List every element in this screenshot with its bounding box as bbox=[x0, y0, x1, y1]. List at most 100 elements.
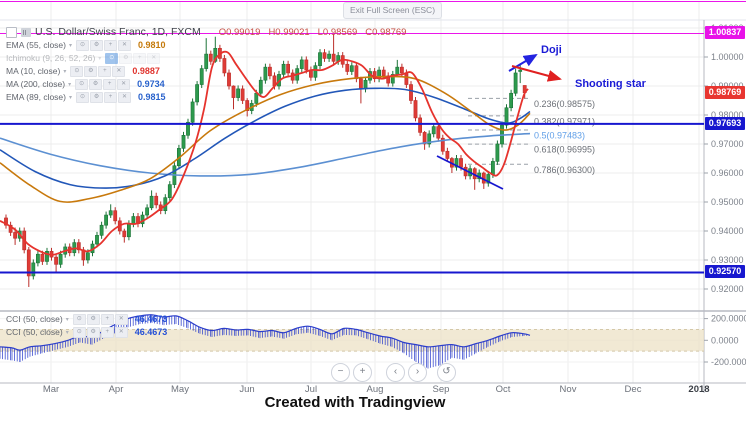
cci-legend: CCI (50, close) ▾ ⊙ ⚙ + ✕ 46.4673 CCI (50, clos… bbox=[6, 312, 167, 338]
gear-icon[interactable]: ⚙ bbox=[86, 313, 100, 325]
close-icon[interactable]: ✕ bbox=[114, 313, 128, 325]
fib-label: 0.236(0.98575) bbox=[534, 99, 595, 109]
add-icon[interactable]: + bbox=[100, 313, 114, 325]
candle[interactable] bbox=[113, 210, 118, 222]
add-icon[interactable]: + bbox=[100, 326, 114, 338]
close-icon[interactable]: ✕ bbox=[114, 326, 128, 338]
reset-view-button[interactable]: ↺ bbox=[437, 363, 456, 382]
chart-nav-controls: − + ‹ › ↺ bbox=[331, 363, 456, 382]
candle[interactable] bbox=[190, 101, 195, 123]
arrow-drawing[interactable] bbox=[511, 65, 562, 82]
candle[interactable] bbox=[127, 223, 131, 238]
candle[interactable] bbox=[513, 72, 518, 94]
scroll-right-button[interactable]: › bbox=[408, 363, 427, 382]
indicator-value: 46.4673 bbox=[134, 314, 168, 324]
indicator-row[interactable]: MA (10, close) ▾ ⊙ ⚙ + ✕ 0.9887 bbox=[6, 65, 406, 77]
fib-label: 0.618(0.96995) bbox=[534, 145, 595, 155]
scroll-left-button[interactable]: ‹ bbox=[386, 363, 405, 382]
close-icon[interactable]: ✕ bbox=[118, 91, 132, 103]
indicator-row[interactable]: EMA (89, close) ▾ ⊙ ⚙ + ✕ 0.9815 bbox=[6, 91, 406, 103]
candle[interactable] bbox=[431, 126, 436, 135]
chevron-down-icon[interactable]: ▾ bbox=[66, 316, 69, 323]
indicator-row[interactable]: CCI (50, close) ▾ ⊙ ⚙ + ✕ 46.4673 bbox=[6, 326, 167, 338]
candle[interactable] bbox=[413, 100, 418, 119]
candle[interactable] bbox=[104, 214, 109, 226]
candle[interactable] bbox=[99, 224, 104, 236]
candle[interactable] bbox=[95, 235, 99, 245]
candle[interactable] bbox=[509, 92, 514, 109]
candle[interactable] bbox=[40, 253, 45, 262]
gear-icon[interactable]: ⚙ bbox=[86, 326, 100, 338]
close-icon[interactable]: ✕ bbox=[147, 52, 161, 64]
chevron-down-icon[interactable]: ▾ bbox=[63, 68, 66, 75]
gear-icon[interactable]: ⚙ bbox=[89, 78, 103, 90]
gear-icon[interactable]: ⚙ bbox=[84, 65, 98, 77]
candle[interactable] bbox=[145, 207, 150, 216]
indicator-value: 0.9815 bbox=[138, 92, 166, 102]
candle[interactable] bbox=[149, 195, 154, 209]
eye-icon[interactable]: ⊙ bbox=[76, 91, 90, 103]
candle[interactable] bbox=[418, 117, 423, 133]
gear-icon[interactable]: ⚙ bbox=[90, 91, 104, 103]
candle[interactable] bbox=[131, 216, 136, 225]
close-icon[interactable]: ✕ bbox=[112, 65, 126, 77]
eye-icon[interactable]: ⊙ bbox=[76, 39, 90, 51]
candle[interactable] bbox=[167, 184, 172, 198]
created-with-credit: Created with Tradingview bbox=[264, 394, 446, 411]
gear-icon[interactable]: ⚙ bbox=[119, 52, 133, 64]
eye-icon[interactable]: ⊙ bbox=[72, 326, 86, 338]
candle[interactable] bbox=[459, 158, 463, 168]
indicator-row[interactable]: EMA (55, close) ▾ ⊙ ⚙ + ✕ 0.9810 bbox=[6, 39, 406, 51]
add-icon[interactable]: + bbox=[133, 52, 147, 64]
symbol-title-row[interactable]: U.S. Dollar/Swiss Franc, 1D, FXCM O0.990… bbox=[6, 26, 406, 38]
eye-icon[interactable]: ⊙ bbox=[70, 65, 84, 77]
eye-icon[interactable]: ⊙ bbox=[75, 78, 89, 90]
add-icon[interactable]: + bbox=[104, 91, 118, 103]
candle[interactable] bbox=[58, 253, 63, 265]
ohlc-values: O0.99019 H0.99021 L0.98569 C0.98769 bbox=[219, 27, 407, 38]
candle[interactable] bbox=[495, 143, 500, 162]
chevron-down-icon[interactable]: ▾ bbox=[98, 55, 101, 62]
candle[interactable] bbox=[445, 150, 450, 159]
indicator-label: MA (10, close) bbox=[6, 66, 61, 76]
add-icon[interactable]: + bbox=[98, 65, 112, 77]
ma-line-ma200[interactable] bbox=[0, 132, 531, 177]
add-icon[interactable]: + bbox=[103, 78, 117, 90]
chevron-down-icon[interactable]: ▾ bbox=[66, 329, 69, 336]
candle[interactable] bbox=[86, 252, 90, 261]
chart-style-icon[interactable] bbox=[21, 27, 31, 37]
doji-annotation[interactable]: Doji bbox=[541, 44, 562, 56]
indicator-action-icons: ⊙ ⚙ + ✕ bbox=[76, 91, 132, 103]
eye-icon[interactable]: ⊙ bbox=[105, 52, 119, 64]
chevron-down-icon[interactable]: ▾ bbox=[68, 81, 71, 88]
gear-icon[interactable]: ⚙ bbox=[90, 39, 104, 51]
candle[interactable] bbox=[490, 161, 495, 175]
chevron-down-icon[interactable]: ▾ bbox=[69, 94, 72, 101]
candle[interactable] bbox=[518, 69, 523, 72]
chevron-down-icon[interactable]: ▾ bbox=[69, 42, 72, 49]
checkbox-icon[interactable] bbox=[6, 26, 17, 38]
candle[interactable] bbox=[31, 262, 36, 277]
zoom-out-button[interactable]: − bbox=[331, 363, 350, 382]
support2-line-flag: 0.92570 bbox=[705, 265, 745, 278]
candle[interactable] bbox=[54, 256, 59, 265]
add-icon[interactable]: + bbox=[104, 39, 118, 51]
candle[interactable] bbox=[409, 84, 413, 101]
candle[interactable] bbox=[436, 126, 441, 139]
candle[interactable] bbox=[122, 230, 127, 238]
indicator-row[interactable]: MA (200, close) ▾ ⊙ ⚙ + ✕ 0.9734 bbox=[6, 78, 406, 90]
indicator-row[interactable]: CCI (50, close) ▾ ⊙ ⚙ + ✕ 46.4673 bbox=[6, 313, 167, 325]
close-icon[interactable]: ✕ bbox=[118, 39, 132, 51]
close-icon[interactable]: ✕ bbox=[117, 78, 131, 90]
zoom-in-button[interactable]: + bbox=[353, 363, 372, 382]
candle[interactable] bbox=[154, 195, 159, 206]
exit-fullscreen-button[interactable]: Exit Full Screen (ESC) bbox=[343, 2, 443, 19]
candle[interactable] bbox=[181, 135, 186, 149]
indicator-value: 46.4673 bbox=[134, 327, 168, 337]
eye-icon[interactable]: ⊙ bbox=[72, 313, 86, 325]
candle[interactable] bbox=[13, 232, 18, 239]
shooting-star-annotation[interactable]: Shooting star bbox=[575, 78, 646, 90]
indicator-row[interactable]: Ichimoku (9, 26, 52, 26) ▾ ⊙ ⚙ + ✕ bbox=[6, 52, 406, 64]
candle[interactable] bbox=[35, 253, 40, 264]
candle[interactable] bbox=[108, 210, 113, 216]
